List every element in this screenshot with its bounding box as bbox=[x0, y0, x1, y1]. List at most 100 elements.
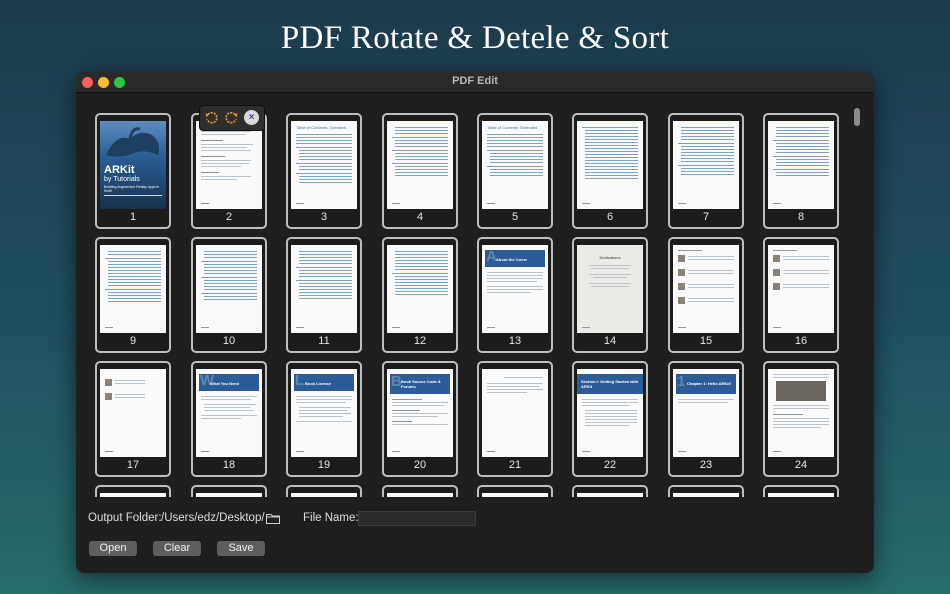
file-name-input[interactable] bbox=[358, 511, 476, 526]
page-thumbnail-23[interactable]: 1 Chapter 1: Hello ARKit! 23 bbox=[668, 361, 744, 477]
page-number: 4 bbox=[416, 211, 424, 223]
page-thumbnail-18[interactable]: W What You Need 18 bbox=[191, 361, 267, 477]
rotate-ccw-icon[interactable] bbox=[204, 110, 219, 125]
page-preview: Dedications bbox=[577, 245, 643, 333]
page-thumbnail-16[interactable]: 16 bbox=[763, 237, 839, 353]
page-preview bbox=[387, 493, 453, 497]
page-thumbnail-14[interactable]: Dedications 14 bbox=[572, 237, 648, 353]
page-preview bbox=[673, 121, 739, 209]
page-heading: Table of Contents: Extended bbox=[487, 125, 538, 130]
page-preview bbox=[673, 493, 739, 497]
output-folder-label: Output Folder: bbox=[88, 512, 162, 524]
page-thumbnail-7[interactable]: 7 bbox=[668, 113, 744, 229]
page-preview bbox=[196, 493, 262, 497]
page-number: 1 bbox=[129, 211, 137, 223]
page-preview bbox=[387, 121, 453, 209]
page-thumbnail-27[interactable] bbox=[286, 485, 362, 497]
page-preview: W What You Need bbox=[196, 369, 262, 457]
open-button[interactable]: Open bbox=[89, 541, 137, 556]
vertical-scrollbar[interactable] bbox=[852, 106, 862, 496]
page-thumbnail-31[interactable] bbox=[668, 485, 744, 497]
page-photo bbox=[776, 381, 826, 401]
page-heading: About the Cover bbox=[496, 257, 528, 262]
page-number: 20 bbox=[413, 459, 427, 471]
page-thumbnail-grid: ARKit by Tutorials Building Augmented Re… bbox=[95, 113, 855, 497]
page-heading: Book License bbox=[305, 381, 332, 386]
page-thumbnail-28[interactable] bbox=[382, 485, 458, 497]
page-number: 13 bbox=[508, 335, 522, 347]
page-heading: Book Source Code & Forums bbox=[401, 379, 441, 389]
page-number: 8 bbox=[797, 211, 805, 223]
page-thumbnail-17[interactable]: 17 bbox=[95, 361, 171, 477]
page-thumbnail-4[interactable]: 4 bbox=[382, 113, 458, 229]
page-number: 10 bbox=[222, 335, 236, 347]
page-thumbnail-9[interactable]: 9 bbox=[95, 237, 171, 353]
scrollbar-thumb[interactable] bbox=[854, 108, 860, 126]
close-icon[interactable]: × bbox=[244, 110, 259, 125]
page-number: 23 bbox=[699, 459, 713, 471]
title-bar: PDF Edit bbox=[76, 72, 874, 93]
page-number: 19 bbox=[317, 459, 331, 471]
page-number: 21 bbox=[508, 459, 522, 471]
page-thumbnail-29[interactable] bbox=[477, 485, 553, 497]
page-number: 12 bbox=[413, 335, 427, 347]
output-folder-path: /Users/edz/Desktop/ bbox=[161, 512, 265, 524]
page-preview bbox=[768, 369, 834, 457]
page-heading: Dedications bbox=[599, 255, 621, 260]
page-preview: B Book Source Code & Forums bbox=[387, 369, 453, 457]
page-preview bbox=[768, 121, 834, 209]
page-thumbnail-5[interactable]: Table of Contents: Extended 5 bbox=[477, 113, 553, 229]
page-thumbnail-13[interactable]: A About the Cover 13 bbox=[477, 237, 553, 353]
window-title: PDF Edit bbox=[452, 75, 498, 87]
save-button[interactable]: Save bbox=[217, 541, 265, 556]
page-number: 11 bbox=[318, 335, 330, 347]
page-preview bbox=[768, 245, 834, 333]
page-number: 15 bbox=[699, 335, 713, 347]
page-preview bbox=[768, 493, 834, 497]
page-thumbnail-32[interactable] bbox=[763, 485, 839, 497]
page-thumbnail-30[interactable] bbox=[572, 485, 648, 497]
page-number: 16 bbox=[794, 335, 808, 347]
page-preview: A About the Cover bbox=[482, 245, 548, 333]
creature-illustration bbox=[106, 127, 160, 157]
page-thumbnail-11[interactable]: 11 bbox=[286, 237, 362, 353]
page-preview bbox=[100, 369, 166, 457]
page-number: 22 bbox=[603, 459, 617, 471]
page-thumbnail-24[interactable]: 24 bbox=[763, 361, 839, 477]
page-preview bbox=[577, 121, 643, 209]
page-number: 3 bbox=[320, 211, 328, 223]
page-preview bbox=[482, 369, 548, 457]
page-thumbnail-26[interactable] bbox=[191, 485, 267, 497]
page-thumbnail-19[interactable]: L Book License 19 bbox=[286, 361, 362, 477]
cover-image: ARKit by Tutorials Building Augmented Re… bbox=[100, 121, 166, 209]
pdf-edit-window: PDF Edit ARKit by Tutorials Building Aug… bbox=[76, 72, 874, 573]
cover-divider bbox=[104, 195, 162, 196]
rotate-cw-icon[interactable] bbox=[224, 110, 239, 125]
page-thumbnail-8[interactable]: 8 bbox=[763, 113, 839, 229]
page-preview: L Book License bbox=[291, 369, 357, 457]
page-preview: 1 Chapter 1: Hello ARKit! bbox=[673, 369, 739, 457]
page-number: 18 bbox=[222, 459, 236, 471]
page-number: 9 bbox=[129, 335, 137, 347]
page-thumbnail-20[interactable]: B Book Source Code & Forums 20 bbox=[382, 361, 458, 477]
page-action-toolbar: × bbox=[199, 105, 265, 131]
folder-icon[interactable] bbox=[266, 513, 280, 524]
page-number: 5 bbox=[511, 211, 519, 223]
page-thumbnail-1[interactable]: ARKit by Tutorials Building Augmented Re… bbox=[95, 113, 171, 229]
page-heading: What You Need bbox=[210, 381, 239, 386]
clear-button[interactable]: Clear bbox=[153, 541, 201, 556]
promo-headline: PDF Rotate & Detele & Sort bbox=[280, 20, 670, 56]
page-number: 14 bbox=[603, 335, 617, 347]
page-number: 17 bbox=[126, 459, 140, 471]
page-thumbnail-12[interactable]: 12 bbox=[382, 237, 458, 353]
page-thumbnail-22[interactable]: Section I: Getting Started with ARKit 22 bbox=[572, 361, 648, 477]
page-preview bbox=[196, 245, 262, 333]
page-thumbnail-3[interactable]: Table of Contents: Overview 3 bbox=[286, 113, 362, 229]
page-thumbnail-6[interactable]: 6 bbox=[572, 113, 648, 229]
page-thumbnail-25[interactable] bbox=[95, 485, 171, 497]
page-heading: Chapter 1: Hello ARKit! bbox=[687, 381, 732, 386]
page-thumbnail-10[interactable]: 10 bbox=[191, 237, 267, 353]
page-thumbnail-15[interactable]: 15 bbox=[668, 237, 744, 353]
page-thumbnail-21[interactable]: 21 bbox=[477, 361, 553, 477]
page-preview bbox=[387, 245, 453, 333]
